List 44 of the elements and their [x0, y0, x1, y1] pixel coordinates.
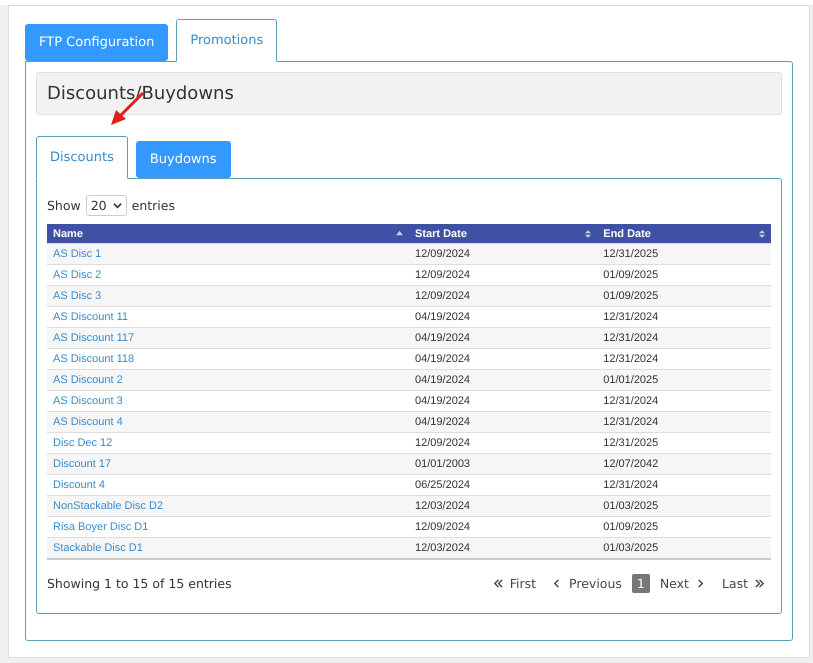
chevron-down-icon — [112, 201, 122, 210]
entries-info: Showing 1 to 15 of 15 entries — [47, 576, 232, 591]
pagination-button[interactable]: Next — [654, 574, 712, 593]
double-chevron-left-icon — [492, 578, 504, 589]
entries-label: entries — [132, 198, 175, 213]
show-label: Show — [47, 198, 81, 213]
date-cell: 12/03/2024 — [409, 496, 598, 516]
name-link[interactable]: AS Discount 2 — [47, 370, 409, 390]
name-link[interactable]: Discount 17 — [47, 454, 409, 474]
name-link[interactable]: Stackable Disc D1 — [47, 538, 409, 559]
tab[interactable]: Discounts — [36, 136, 128, 179]
name-link[interactable]: AS Discount 4 — [47, 412, 409, 432]
date-cell: 12/31/2024 — [597, 412, 771, 432]
date-cell: 12/07/2042 — [597, 454, 771, 474]
date-cell: 01/03/2025 — [597, 538, 771, 559]
date-cell: 12/09/2024 — [409, 286, 598, 306]
name-link[interactable]: AS Discount 117 — [47, 328, 409, 348]
double-chevron-right-icon — [754, 578, 765, 589]
pagination-button[interactable]: Previous — [546, 574, 628, 593]
column-header[interactable]: Start Date — [409, 224, 598, 244]
date-cell: 12/09/2024 — [409, 244, 598, 264]
pagination-button[interactable]: Last — [716, 574, 771, 593]
date-cell: 04/19/2024 — [409, 412, 598, 432]
date-cell: 01/03/2025 — [597, 496, 771, 516]
tab[interactable]: Promotions — [176, 19, 278, 62]
section-title: Discounts/Buydowns — [36, 72, 782, 115]
tab[interactable]: Buydowns — [136, 141, 231, 178]
entries-dropdown[interactable]: 20 — [86, 195, 127, 216]
name-link[interactable]: AS Disc 3 — [47, 286, 409, 306]
date-cell: 04/19/2024 — [409, 370, 598, 390]
column-header[interactable]: End Date — [597, 224, 771, 244]
name-link[interactable]: AS Disc 1 — [47, 244, 409, 264]
date-cell: 01/01/2025 — [597, 370, 771, 390]
date-cell: 01/09/2025 — [597, 286, 771, 306]
name-link[interactable]: NonStackable Disc D2 — [47, 496, 409, 516]
tab[interactable]: FTP Configuration — [25, 24, 168, 61]
date-cell: 01/01/2003 — [409, 454, 598, 474]
pagination-button[interactable]: 1 — [632, 574, 650, 593]
date-cell: 12/31/2025 — [597, 244, 771, 264]
pagination-button[interactable]: First — [486, 574, 542, 593]
column-header[interactable]: Name — [47, 224, 409, 244]
date-cell: 04/19/2024 — [409, 328, 598, 348]
date-cell: 12/03/2024 — [409, 538, 598, 559]
date-cell: 12/31/2024 — [597, 328, 771, 348]
